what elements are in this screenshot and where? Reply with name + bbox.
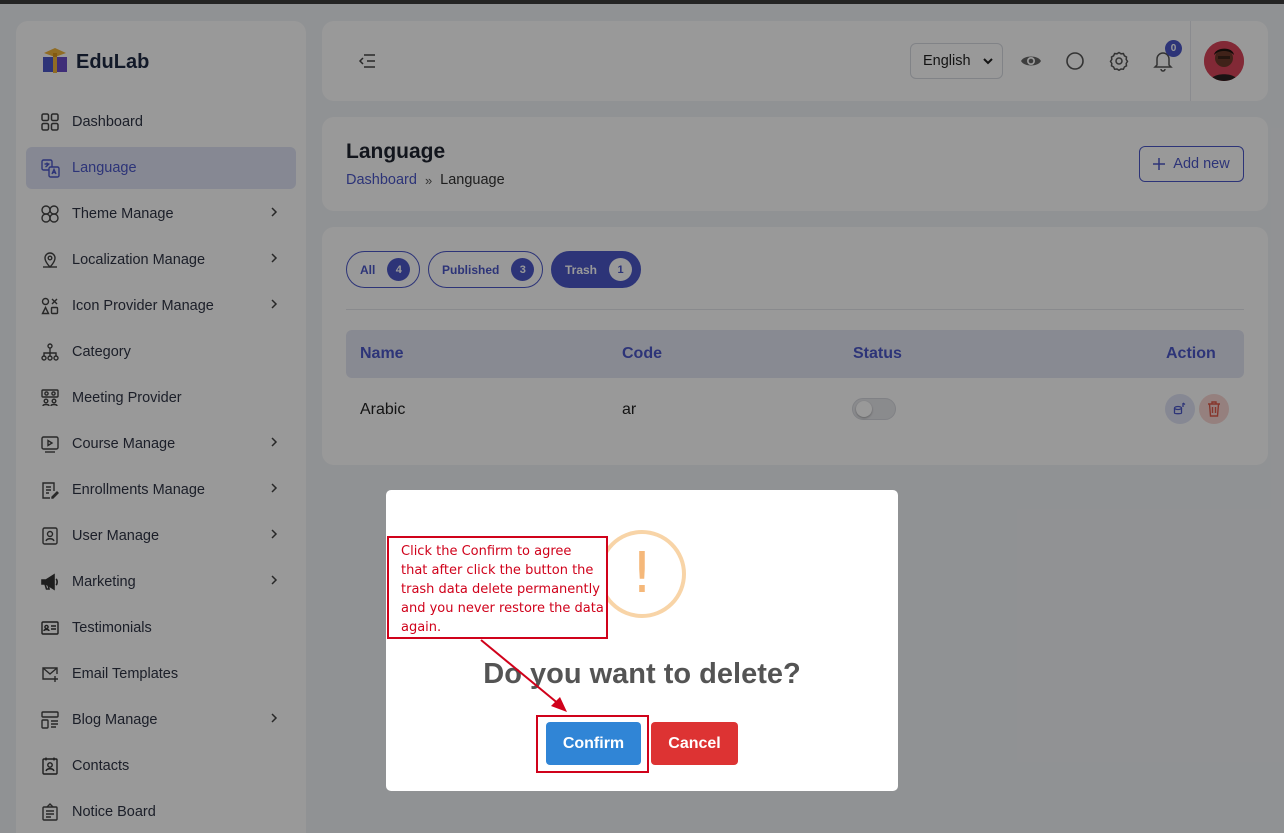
confirm-highlight-box — [536, 715, 649, 773]
warning-icon: ! — [598, 530, 686, 618]
dialog-title: Do you want to delete? — [483, 658, 801, 690]
annotation-line: trash data delete permanently — [401, 582, 600, 597]
annotation-line: again. — [401, 620, 442, 635]
annotation-line: and you never restore the data — [401, 601, 604, 616]
warning-mark: ! — [630, 541, 654, 606]
annotation-line: Click the Confirm to agree — [401, 544, 572, 559]
cancel-button[interactable]: Cancel — [651, 722, 738, 765]
annotation-note: Click the Confirm to agree that after cl… — [387, 536, 608, 639]
annotation-line: that after click the button the — [401, 563, 594, 578]
